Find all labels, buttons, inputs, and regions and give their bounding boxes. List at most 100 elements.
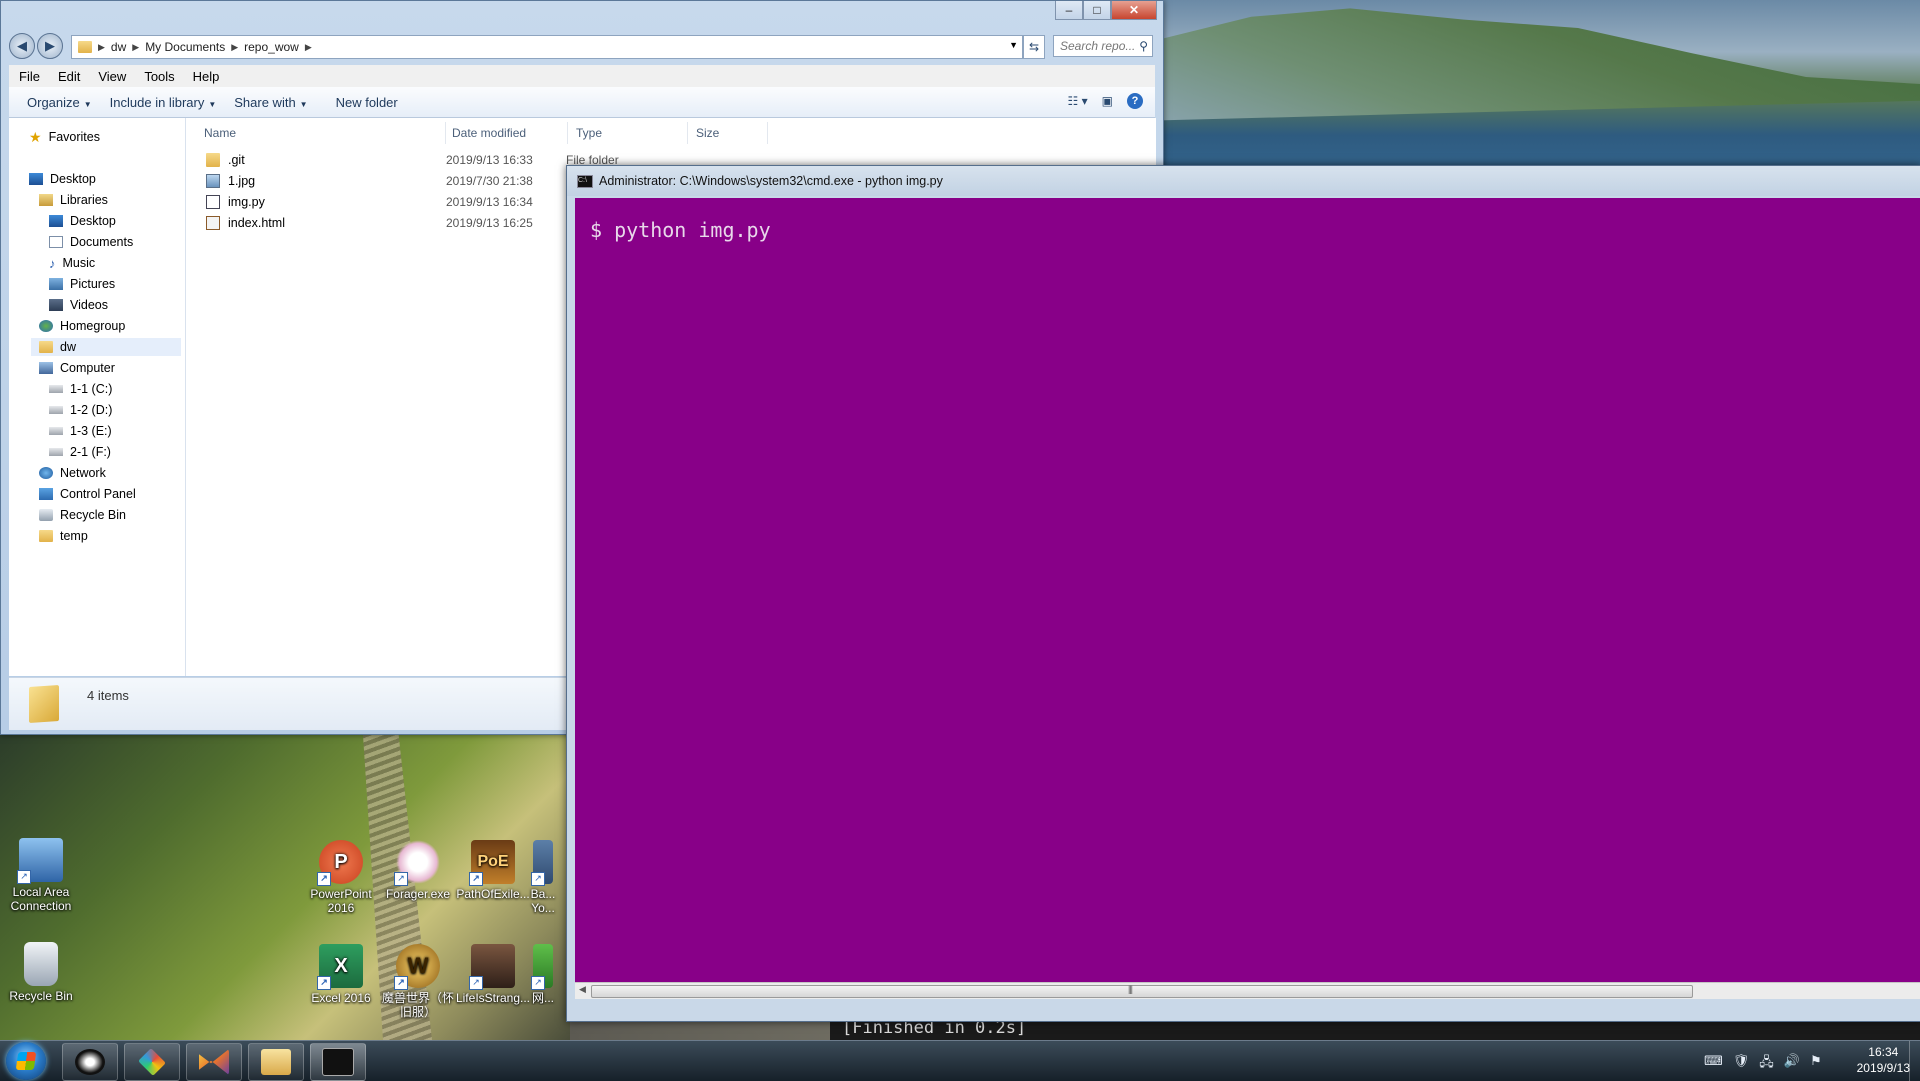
nav-temp[interactable]: temp <box>39 527 88 545</box>
minimize-button[interactable]: – <box>1055 1 1083 20</box>
nav-drive-f[interactable]: 2-1 (F:) <box>49 443 111 461</box>
folder-icon <box>29 684 59 724</box>
column-header-size[interactable]: Size <box>688 122 768 144</box>
nav-label: Libraries <box>60 193 108 207</box>
clock[interactable]: 16:34 2019/9/13 <box>1857 1044 1910 1076</box>
maximize-button[interactable]: □ <box>1083 1 1111 20</box>
console-output[interactable]: $ python img.py <box>575 198 1920 983</box>
breadcrumb-repo-wow[interactable]: repo_wow <box>244 40 299 54</box>
menu-help[interactable]: Help <box>193 69 220 84</box>
include-in-library-label: Include in library <box>109 94 205 110</box>
desktop-icon-local-area-connection[interactable]: ↗ Local Area Connection <box>0 838 82 913</box>
shield-icon[interactable]: 🛡 <box>1733 1053 1750 1075</box>
share-with-button[interactable]: Share with ▼ <box>234 95 307 110</box>
desktop-icon-recycle-bin[interactable]: Recycle Bin <box>0 942 82 1003</box>
cmd-titlebar[interactable]: C:\ Administrator: C:\Windows\system32\c… <box>567 166 1920 196</box>
taskbar-file-explorer[interactable] <box>248 1043 304 1081</box>
close-button[interactable]: ✕ <box>1111 1 1157 20</box>
life-is-strange-icon: ↗ <box>469 944 515 990</box>
refresh-button[interactable]: ⇆ <box>1023 35 1045 59</box>
colorful-app-icon <box>138 1048 166 1076</box>
desktop-icon-label: Forager.exe <box>385 887 451 901</box>
desktop-icon-powerpoint[interactable]: P ↗ PowerPoint 2016 <box>300 840 382 915</box>
nav-network[interactable]: Network <box>39 464 106 482</box>
preview-pane-icon[interactable]: ▣ <box>1102 94 1113 108</box>
column-header-type[interactable]: Type <box>568 122 688 144</box>
taskbar-cmd[interactable] <box>310 1043 366 1081</box>
nav-recycle-bin[interactable]: Recycle Bin <box>39 506 126 524</box>
grip-icon: ||| <box>1128 984 1133 994</box>
nav-drive-c[interactable]: 1-1 (C:) <box>49 380 112 398</box>
nav-music[interactable]: ♪ Music <box>49 254 95 272</box>
nav-drive-e[interactable]: 1-3 (E:) <box>49 422 112 440</box>
menu-edit[interactable]: Edit <box>58 69 80 84</box>
taskbar-visual-studio[interactable] <box>186 1043 242 1081</box>
music-icon: ♪ <box>49 255 56 271</box>
network-icon[interactable]: 🖧 <box>1759 1053 1774 1075</box>
control-panel-icon <box>39 488 53 500</box>
clock-date: 2019/9/13 <box>1856 1061 1910 1075</box>
network-connection-icon: ↗ <box>17 838 63 884</box>
breadcrumb-my-documents[interactable]: My Documents <box>145 40 225 54</box>
system-tray: ⌨ 🛡 🖧 🔊 ⚑ <box>1704 1053 1822 1075</box>
scrollbar-thumb[interactable]: ||| <box>591 984 1693 998</box>
nav-documents[interactable]: Documents <box>49 233 133 251</box>
nav-favorites[interactable]: ★ Favorites <box>29 128 100 146</box>
nav-control-panel[interactable]: Control Panel <box>39 485 136 503</box>
drive-icon <box>49 427 63 435</box>
show-desktop-button[interactable] <box>1909 1041 1920 1081</box>
documents-icon <box>49 236 63 248</box>
nav-desktop[interactable]: Desktop <box>29 170 96 188</box>
nav-lib-desktop[interactable]: Desktop <box>49 212 116 230</box>
share-with-label: Share with <box>234 94 296 110</box>
desktop-icon-world-of-warcraft[interactable]: W ↗ 魔兽世界（怀旧服） <box>377 944 459 1019</box>
column-header-name[interactable]: Name <box>186 122 446 144</box>
column-header-date[interactable]: Date modified <box>446 122 568 144</box>
search-placeholder: Search repo... <box>1060 39 1136 53</box>
start-button[interactable] <box>6 1042 46 1080</box>
chevron-down-icon[interactable]: ▼ <box>1009 40 1018 50</box>
desktop-icon-partial-2[interactable]: ↗ 网... <box>520 944 566 1005</box>
horizontal-scrollbar[interactable]: ◀ ||| <box>575 982 1920 999</box>
breadcrumb-dw[interactable]: dw <box>111 40 126 54</box>
help-icon[interactable]: ? <box>1127 93 1143 109</box>
desktop-icon-partial-1[interactable]: ↗ Ba... Yo... <box>520 840 566 915</box>
nav-drive-d[interactable]: 1-2 (D:) <box>49 401 112 419</box>
file-explorer-icon <box>261 1049 291 1075</box>
include-in-library-button[interactable]: Include in library ▼ <box>110 95 217 110</box>
organize-button[interactable]: Organize ▼ <box>27 95 92 110</box>
path-of-exile-icon: PoE ↗ <box>469 840 515 886</box>
keyboard-icon[interactable]: ⌨ <box>1704 1053 1723 1075</box>
search-icon[interactable]: ⚲ <box>1139 39 1148 53</box>
desktop-icon-label: 网... <box>531 991 554 1005</box>
menu-view[interactable]: View <box>98 69 126 84</box>
nav-label: 1-3 (E:) <box>70 424 112 438</box>
action-center-icon[interactable]: ⚑ <box>1810 1053 1822 1075</box>
taskbar-colorful-app[interactable] <box>124 1043 180 1081</box>
console-line: $ python img.py <box>590 218 771 242</box>
scroll-left-icon[interactable]: ◀ <box>579 984 586 995</box>
address-bar[interactable]: ▶ dw ▶ My Documents ▶ repo_wow ▶ ▼ <box>71 35 1023 59</box>
nav-pictures[interactable]: Pictures <box>49 275 115 293</box>
forward-button[interactable]: ▶ <box>37 33 63 59</box>
desktop-icon-forager[interactable]: ↗ Forager.exe <box>377 840 459 901</box>
nav-dw[interactable]: dw <box>31 338 181 356</box>
volume-icon[interactable]: 🔊 <box>1784 1053 1800 1075</box>
nav-homegroup[interactable]: Homegroup <box>39 317 125 335</box>
forager-icon: ↗ <box>394 840 440 886</box>
nav-libraries[interactable]: Libraries <box>39 191 108 209</box>
chevron-right-icon: ▶ <box>132 41 140 52</box>
menu-tools[interactable]: Tools <box>144 69 174 84</box>
back-button[interactable]: ◀ <box>9 33 35 59</box>
nav-computer[interactable]: Computer <box>39 359 115 377</box>
desktop-icon-excel[interactable]: X ↗ Excel 2016 <box>300 944 382 1005</box>
new-folder-button[interactable]: New folder <box>336 95 398 110</box>
nav-label: 2-1 (F:) <box>70 445 111 459</box>
nav-videos[interactable]: Videos <box>49 296 108 314</box>
taskbar-incognito-app[interactable] <box>62 1043 118 1081</box>
image-file-icon <box>206 174 220 188</box>
search-input[interactable]: Search repo... ⚲ <box>1053 35 1153 57</box>
menu-file[interactable]: File <box>19 69 40 84</box>
view-options-icon[interactable]: ☷ ▾ <box>1068 94 1088 108</box>
organize-label: Organize <box>27 94 80 110</box>
